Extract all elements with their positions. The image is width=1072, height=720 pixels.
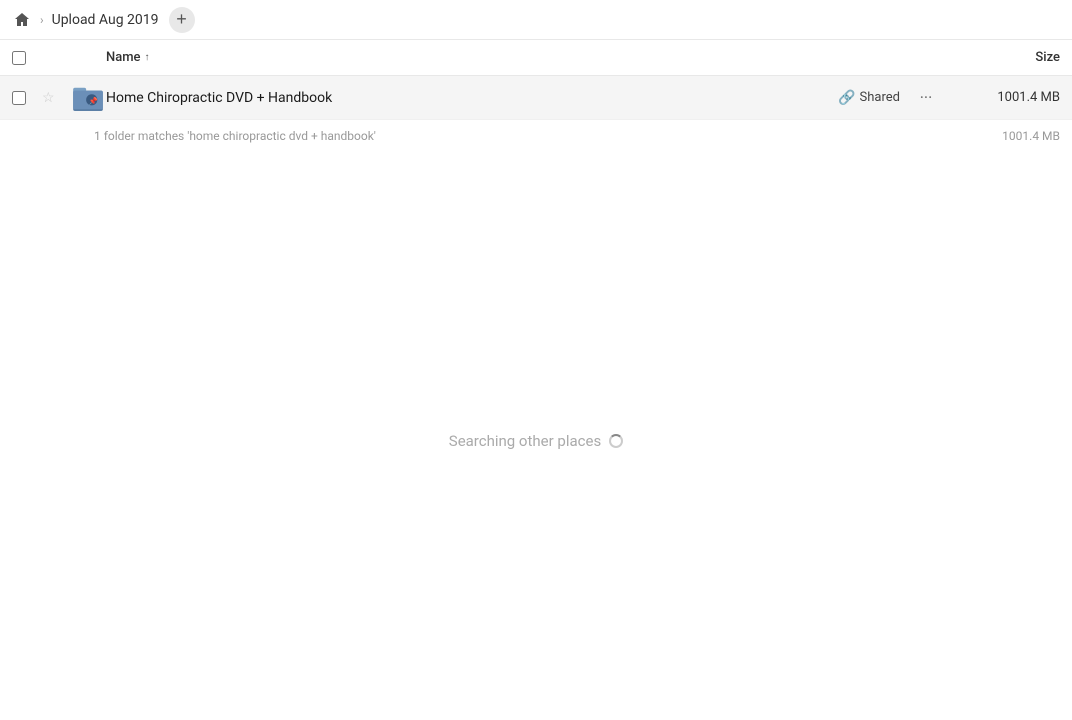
file-name: Home Chiropractic DVD + Handbook: [106, 90, 838, 106]
match-size: 1001.4 MB: [940, 129, 1060, 143]
shared-label: Shared: [860, 90, 900, 105]
file-row[interactable]: ☆ 📌 Home Chiropractic DVD + Handbook 🔗 S…: [0, 76, 1072, 120]
breadcrumb-separator: ›: [40, 13, 44, 27]
top-bar: › Upload Aug 2019 +: [0, 0, 1072, 40]
size-column-header: Size: [940, 50, 1060, 65]
home-icon[interactable]: [12, 10, 32, 30]
folder-icon: 📌: [73, 85, 103, 111]
column-headers: Name ↑ Size: [0, 40, 1072, 76]
file-actions: 🔗 Shared ···: [838, 84, 940, 112]
add-button[interactable]: +: [169, 7, 195, 33]
file-size: 1001.4 MB: [940, 90, 1060, 105]
link-icon: 🔗: [838, 90, 855, 106]
select-all-checkbox[interactable]: [12, 51, 26, 65]
more-options-button[interactable]: ···: [912, 84, 940, 112]
match-info: 1 folder matches 'home chiropractic dvd …: [0, 120, 1072, 152]
searching-label: Searching other places: [449, 432, 601, 450]
searching-text: Searching other places: [449, 432, 623, 450]
searching-area: Searching other places: [0, 432, 1072, 450]
shared-badge: 🔗 Shared: [838, 90, 900, 106]
loading-spinner: [609, 434, 623, 448]
match-text: 1 folder matches 'home chiropractic dvd …: [94, 129, 940, 143]
row-checkbox[interactable]: [12, 91, 26, 105]
svg-text:📌: 📌: [89, 96, 99, 105]
breadcrumb-title: Upload Aug 2019: [52, 12, 159, 28]
file-icon-wrapper: 📌: [70, 85, 106, 111]
name-column-header[interactable]: Name ↑: [106, 50, 940, 65]
sort-arrow-icon: ↑: [145, 52, 150, 63]
star-button[interactable]: ☆: [42, 90, 70, 106]
row-checkbox-col: [12, 91, 42, 105]
select-all-checkbox-col: [12, 51, 42, 65]
